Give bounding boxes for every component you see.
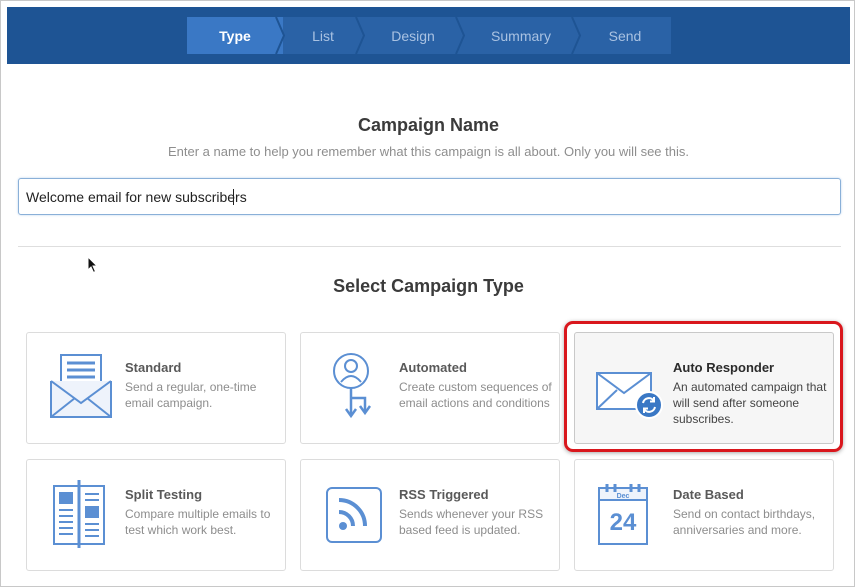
step-label: Summary [491, 27, 551, 44]
step-label: Type [219, 27, 251, 44]
envelope-letter-icon [50, 354, 112, 418]
step-separator-icon [275, 17, 286, 54]
campaign-type-auto-responder[interactable]: Auto Responder An automated campaign tha… [574, 332, 834, 444]
wizard-steps: Type List Design Summary Send [187, 17, 671, 54]
card-description: Send a regular, one-time email campaign. [125, 380, 257, 410]
step-label: List [312, 27, 334, 44]
card-description: Sends whenever your RSS based feed is up… [399, 507, 544, 537]
step-label: Design [391, 27, 435, 44]
step-list[interactable]: List [283, 17, 366, 54]
campaign-type-date-based[interactable]: Dec 24 Date Based Send on contact birthd… [574, 459, 834, 571]
card-description: Send on contact birthdays, anniversaries… [673, 507, 816, 537]
step-type[interactable]: Type [187, 17, 286, 54]
step-separator-icon [571, 17, 582, 54]
campaign-type-split-testing[interactable]: Split Testing Compare multiple emails to… [26, 459, 286, 571]
campaign-type-standard[interactable]: Standard Send a regular, one-time email … [26, 332, 286, 444]
campaign-type-automated[interactable]: Automated Create custom sequences of ema… [300, 332, 560, 444]
card-title: Auto Responder [673, 360, 775, 375]
card-description: Create custom sequences of email actions… [399, 380, 552, 410]
campaign-type-rss-triggered[interactable]: RSS Triggered Sends whenever your RSS ba… [300, 459, 560, 571]
card-title: Split Testing [125, 487, 203, 502]
rss-icon [326, 487, 382, 543]
calendar-day: 24 [610, 509, 637, 536]
card-title: Date Based [673, 487, 744, 502]
section-divider [18, 246, 841, 247]
campaign-name-input[interactable] [18, 178, 841, 215]
step-separator-icon [455, 17, 466, 54]
step-send[interactable]: Send [579, 17, 671, 54]
step-summary[interactable]: Summary [463, 17, 582, 54]
text-caret [233, 189, 234, 205]
calendar-month: Dec [617, 493, 630, 500]
card-title: Automated [399, 360, 467, 375]
step-separator-icon [355, 17, 366, 54]
person-flow-icon [333, 353, 372, 419]
envelope-refresh-icon [596, 372, 663, 419]
mouse-pointer-icon [87, 256, 99, 274]
calendar-icon: Dec 24 [598, 484, 648, 545]
step-design[interactable]: Design [363, 17, 466, 54]
split-layout-icon [53, 480, 105, 548]
card-description: Compare multiple emails to test which wo… [125, 507, 271, 537]
card-title: RSS Triggered [399, 487, 489, 502]
app-window: Type List Design Summary Send Campaign N… [0, 0, 855, 587]
card-description: An automated campaign that will send aft… [673, 380, 827, 426]
card-title: Standard [125, 360, 182, 375]
campaign-name-heading: Campaign Name [357, 115, 500, 135]
campaign-type-heading: Select Campaign Type [333, 276, 524, 296]
step-label: Send [608, 27, 642, 44]
wizard-header: Type List Design Summary Send [7, 7, 850, 64]
campaign-name-help: Enter a name to help you remember what t… [168, 144, 689, 159]
